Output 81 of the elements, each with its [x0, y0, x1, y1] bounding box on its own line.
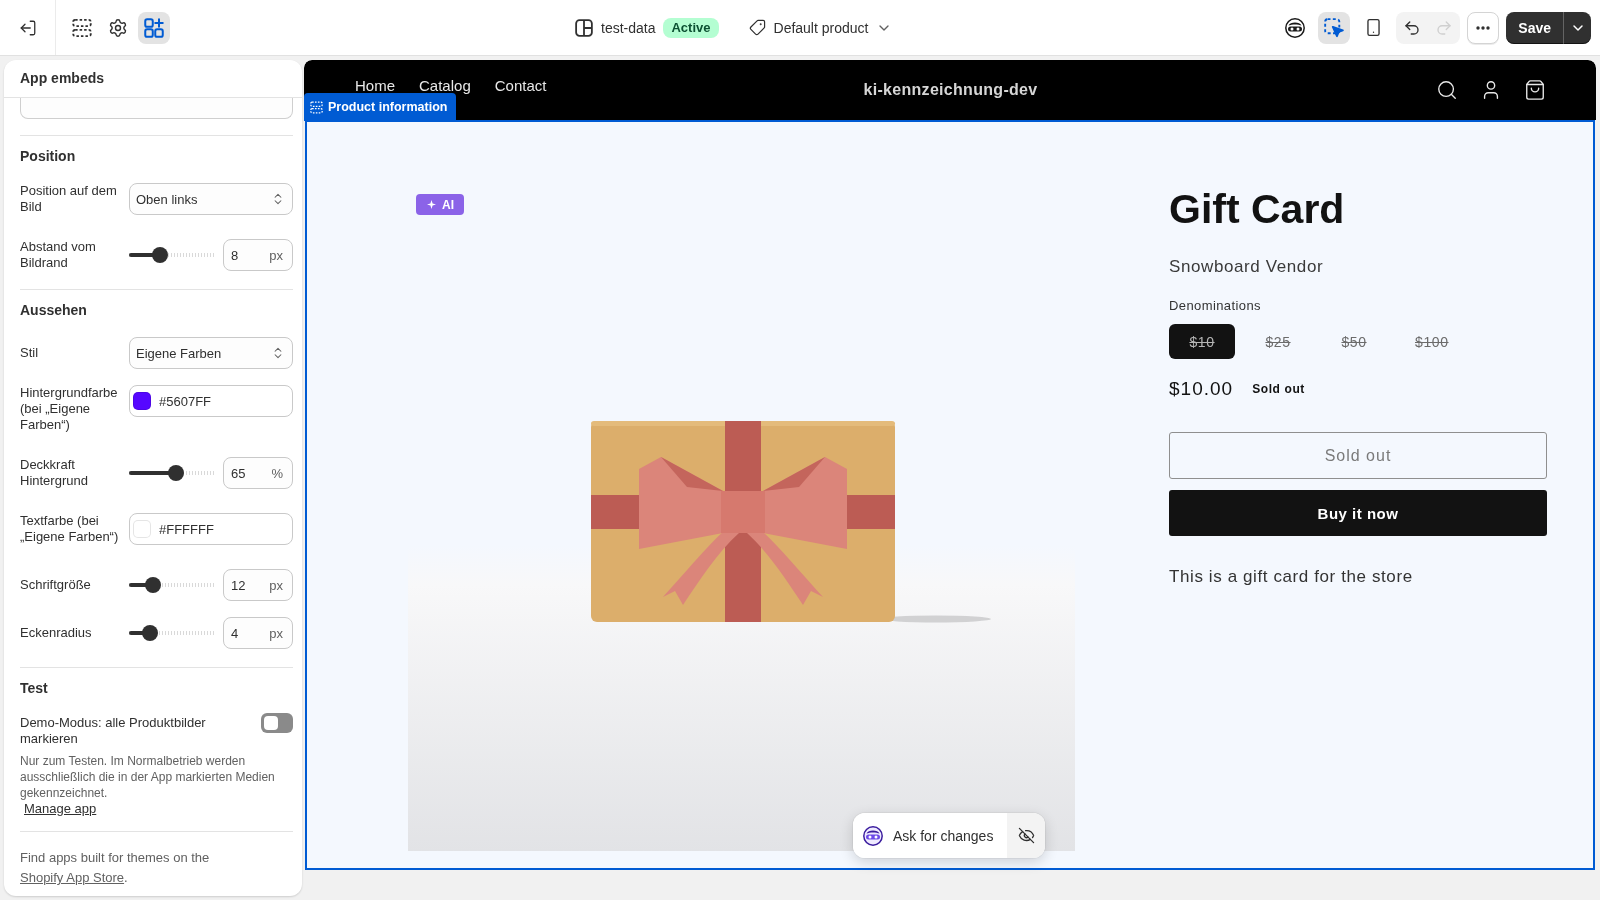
slider-track[interactable]	[129, 247, 214, 263]
section-tag[interactable]: Product information	[304, 93, 457, 121]
color-field[interactable]: #FFFFFF	[129, 513, 293, 545]
select-field[interactable]: Oben links	[129, 183, 293, 215]
number-field[interactable]: 8 px	[223, 239, 293, 271]
manage-app-link[interactable]: Manage app	[24, 801, 97, 817]
product-description: This is a gift card for the store	[1169, 566, 1414, 588]
number-field[interactable]: 4 px	[223, 617, 293, 649]
field-label: Stil	[20, 344, 40, 362]
nav-link[interactable]: Contact	[494, 78, 547, 93]
field-label: Eckenradius	[20, 624, 93, 642]
section-heading: Test	[20, 680, 49, 697]
field-label: Hintergrundfarbe (bei „Eigene Farben“)	[20, 385, 119, 433]
sparkle-icon	[427, 200, 436, 209]
tag-icon	[748, 19, 766, 36]
field-label: Textfarbe (bei „Eigene Farben“)	[20, 513, 120, 545]
product-title: Gift Card	[1169, 186, 1346, 232]
template-selector[interactable]: Default product	[740, 13, 901, 42]
stock-status: Sold out	[1252, 381, 1305, 396]
field-label: Position auf dem Bild	[20, 183, 118, 215]
more-icon	[1476, 25, 1491, 30]
theme-name: test-data	[601, 19, 656, 36]
inspector-button[interactable]	[1318, 11, 1351, 44]
slider-track[interactable]	[129, 577, 214, 593]
help-text: Nur zum Testen. Im Normalbetrieb werden ausschließlich die in der App markierten Medien gekennzeichnet.	[20, 753, 276, 801]
field-label: Deckkraft Hintergrund	[20, 457, 89, 489]
nav-link[interactable]: Home	[355, 78, 395, 93]
slider-track[interactable]	[129, 465, 214, 481]
apps-icon	[144, 17, 164, 38]
apps-tab[interactable]	[138, 11, 170, 44]
denomination-option[interactable]: $25	[1245, 324, 1311, 359]
settings-icon	[108, 17, 128, 38]
unit-label: px	[269, 625, 283, 641]
slider-thumb[interactable]	[151, 247, 168, 263]
number-field[interactable]: 12 px	[223, 569, 293, 601]
section-heading: Aussehen	[20, 302, 88, 319]
store-name: ki-kennzeichnung-dev	[863, 81, 1038, 99]
ask-for-changes-button[interactable]: Ask for changes	[853, 813, 1008, 858]
denomination-option[interactable]: $100	[1397, 324, 1467, 359]
slider-thumb[interactable]	[167, 465, 184, 481]
unit-label: %	[271, 465, 283, 481]
slider-track[interactable]	[129, 625, 214, 641]
status-badge: Active	[663, 17, 719, 38]
eye-off-icon	[1017, 827, 1035, 844]
app-store-link[interactable]: Shopify App Store	[20, 870, 125, 885]
hide-button[interactable]	[1007, 813, 1046, 858]
unit-label: px	[269, 577, 283, 593]
save-button[interactable]: Save	[1506, 11, 1564, 44]
section-heading: Position	[20, 148, 77, 165]
footer-text: Find apps built for themes on the Shopify App Store.	[20, 849, 211, 887]
robot-face-icon	[1285, 17, 1306, 38]
field-label: Demo-Modus: alle Produktbilder markieren	[20, 715, 207, 747]
buy-now-button[interactable]: Buy it now	[1169, 490, 1547, 536]
robot-face-icon	[863, 825, 883, 846]
unit-label: px	[269, 247, 283, 263]
number-field[interactable]: 65 %	[223, 457, 293, 489]
denomination-option[interactable]: $50	[1321, 324, 1387, 359]
layout-icon	[575, 18, 593, 37]
option-label: Denominations	[1169, 298, 1262, 314]
text-field[interactable]	[20, 98, 293, 119]
ai-label: AI	[442, 197, 454, 212]
exit-icon	[18, 18, 37, 37]
field-label: Abstand vom Bildrand	[20, 239, 97, 271]
toggle-switch[interactable]	[261, 713, 293, 733]
search-icon[interactable]	[1436, 79, 1458, 101]
cursor-selection-icon	[1324, 17, 1345, 38]
select-field[interactable]: Eigene Farben	[129, 337, 293, 369]
vendor-name: Snowboard Vendor	[1169, 256, 1325, 277]
rows-icon	[72, 17, 92, 38]
slider-thumb[interactable]	[142, 625, 159, 641]
color-swatch-icon[interactable]	[133, 520, 151, 538]
field-label: Schriftgröße	[20, 576, 92, 594]
rows-icon	[310, 100, 323, 114]
bag-icon[interactable]	[1524, 79, 1546, 101]
slider-thumb[interactable]	[144, 577, 161, 593]
nav-link[interactable]: Catalog	[419, 78, 471, 93]
more-button[interactable]	[1467, 11, 1500, 44]
price: $10.00	[1169, 377, 1234, 400]
color-swatch-icon[interactable]	[133, 392, 151, 410]
denomination-option[interactable]: $10	[1169, 324, 1235, 359]
color-field[interactable]: #5607FF	[129, 385, 293, 417]
